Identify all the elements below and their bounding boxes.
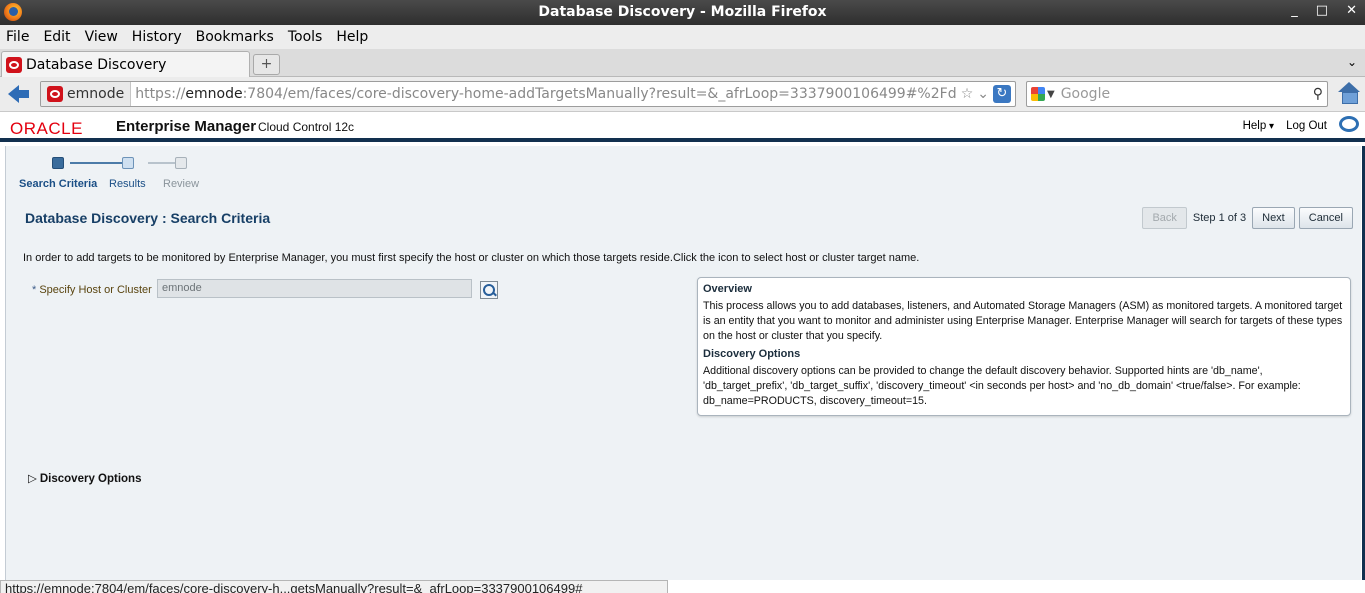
tab-database-discovery[interactable]: Database Discovery [1,51,250,77]
tab-bar: Database Discovery + ⌄ [0,49,1365,77]
train-label-search-criteria: Search Criteria [19,178,98,190]
step-indicator: Step 1 of 3 [1192,212,1247,224]
site-identity-icon [47,86,63,102]
help-menu[interactable]: Help [1243,120,1274,132]
menu-bar: File Edit View History Bookmarks Tools H… [0,25,1365,49]
menu-view[interactable]: View [85,29,118,45]
intro-text: In order to add targets to be monitored … [23,252,920,264]
cancel-button[interactable]: Cancel [1298,207,1353,229]
page-content: Search Criteria Results Review Database … [5,146,1361,580]
maximize-button[interactable]: □ [1316,3,1328,18]
overview-text: This process allows you to add databases… [703,300,1343,342]
train-label-review: Review [163,178,200,190]
process-train: Search Criteria Results Review [19,154,220,194]
product-edition: Cloud Control 12c [258,120,355,134]
menu-help[interactable]: Help [336,29,368,45]
required-marker: * [32,284,37,296]
expand-triangle-icon: ▷ [28,473,37,485]
discovery-options-toggle[interactable]: ▷ Discovery Options [28,471,141,485]
navigation-bar: emnode https://emnode:7804/em/faces/core… [0,77,1365,112]
host-field-label: * Specify Host or Cluster [32,284,152,296]
overview-heading: Overview [703,283,752,295]
binoculars-icon[interactable]: ⚲ [1313,86,1323,102]
oracle-logo: ORACLE [10,119,83,138]
discovery-options-text: Additional discovery options can be prov… [703,365,1301,407]
menu-file[interactable]: File [6,29,29,45]
train-label-results[interactable]: Results [109,178,146,190]
page-title: Database Discovery : Search Criteria [25,210,271,226]
engine-dropdown-icon[interactable]: ▼ [1047,89,1055,100]
window-title: Database Discovery - Mozilla Firefox [538,4,827,20]
menu-edit[interactable]: Edit [43,29,70,45]
url-bar[interactable]: emnode https://emnode:7804/em/faces/core… [40,81,1016,107]
oracle-ring-icon [1339,116,1359,132]
minimize-button[interactable]: _ [1291,3,1298,18]
product-name: Enterprise Manager [116,118,257,135]
home-icon[interactable] [1338,82,1360,104]
close-window-button[interactable]: ✕ [1346,3,1357,18]
train-stop-results[interactable] [122,157,134,169]
site-favicon-icon [6,56,22,73]
tab-label: Database Discovery [26,56,167,73]
train-stop-review [175,157,187,169]
tab-list-chevron-icon[interactable]: ⌄ [1347,55,1357,69]
menu-bookmarks[interactable]: Bookmarks [196,29,274,45]
train-connector [70,162,130,164]
back-button: Back [1142,207,1187,229]
search-icon[interactable] [480,281,498,299]
em-header: ORACLE Enterprise Manager Cloud Control … [0,113,1365,142]
discovery-options-heading: Discovery Options [703,348,801,360]
back-arrow-icon[interactable] [8,84,30,104]
site-identity[interactable]: emnode [41,82,132,106]
logout-link[interactable]: Log Out [1286,120,1327,132]
window-titlebar: Database Discovery - Mozilla Firefox _ □… [0,0,1365,25]
overview-panel: Overview This process allows you to add … [697,277,1351,416]
url-text[interactable]: https://emnode:7804/em/faces/core-discov… [131,86,957,102]
status-bar: https://emnode:7804/em/faces/core-discov… [0,580,668,593]
menu-history[interactable]: History [132,29,182,45]
google-engine-icon[interactable] [1031,87,1045,101]
reload-icon[interactable]: ↻ [993,85,1011,103]
train-stop-search-criteria [52,157,64,169]
menu-tools[interactable]: Tools [288,29,323,45]
site-identity-label: emnode [67,86,125,102]
next-button[interactable]: Next [1252,207,1295,229]
url-dropdown-icon[interactable]: ⌄ [977,86,989,102]
bookmark-star-icon[interactable]: ☆ [961,86,974,102]
search-input[interactable]: Google [1061,86,1110,102]
host-cluster-input[interactable]: emnode [157,279,472,298]
new-tab-button[interactable]: + [253,54,280,75]
search-bar[interactable]: ▼ Google ⚲ [1026,81,1328,107]
